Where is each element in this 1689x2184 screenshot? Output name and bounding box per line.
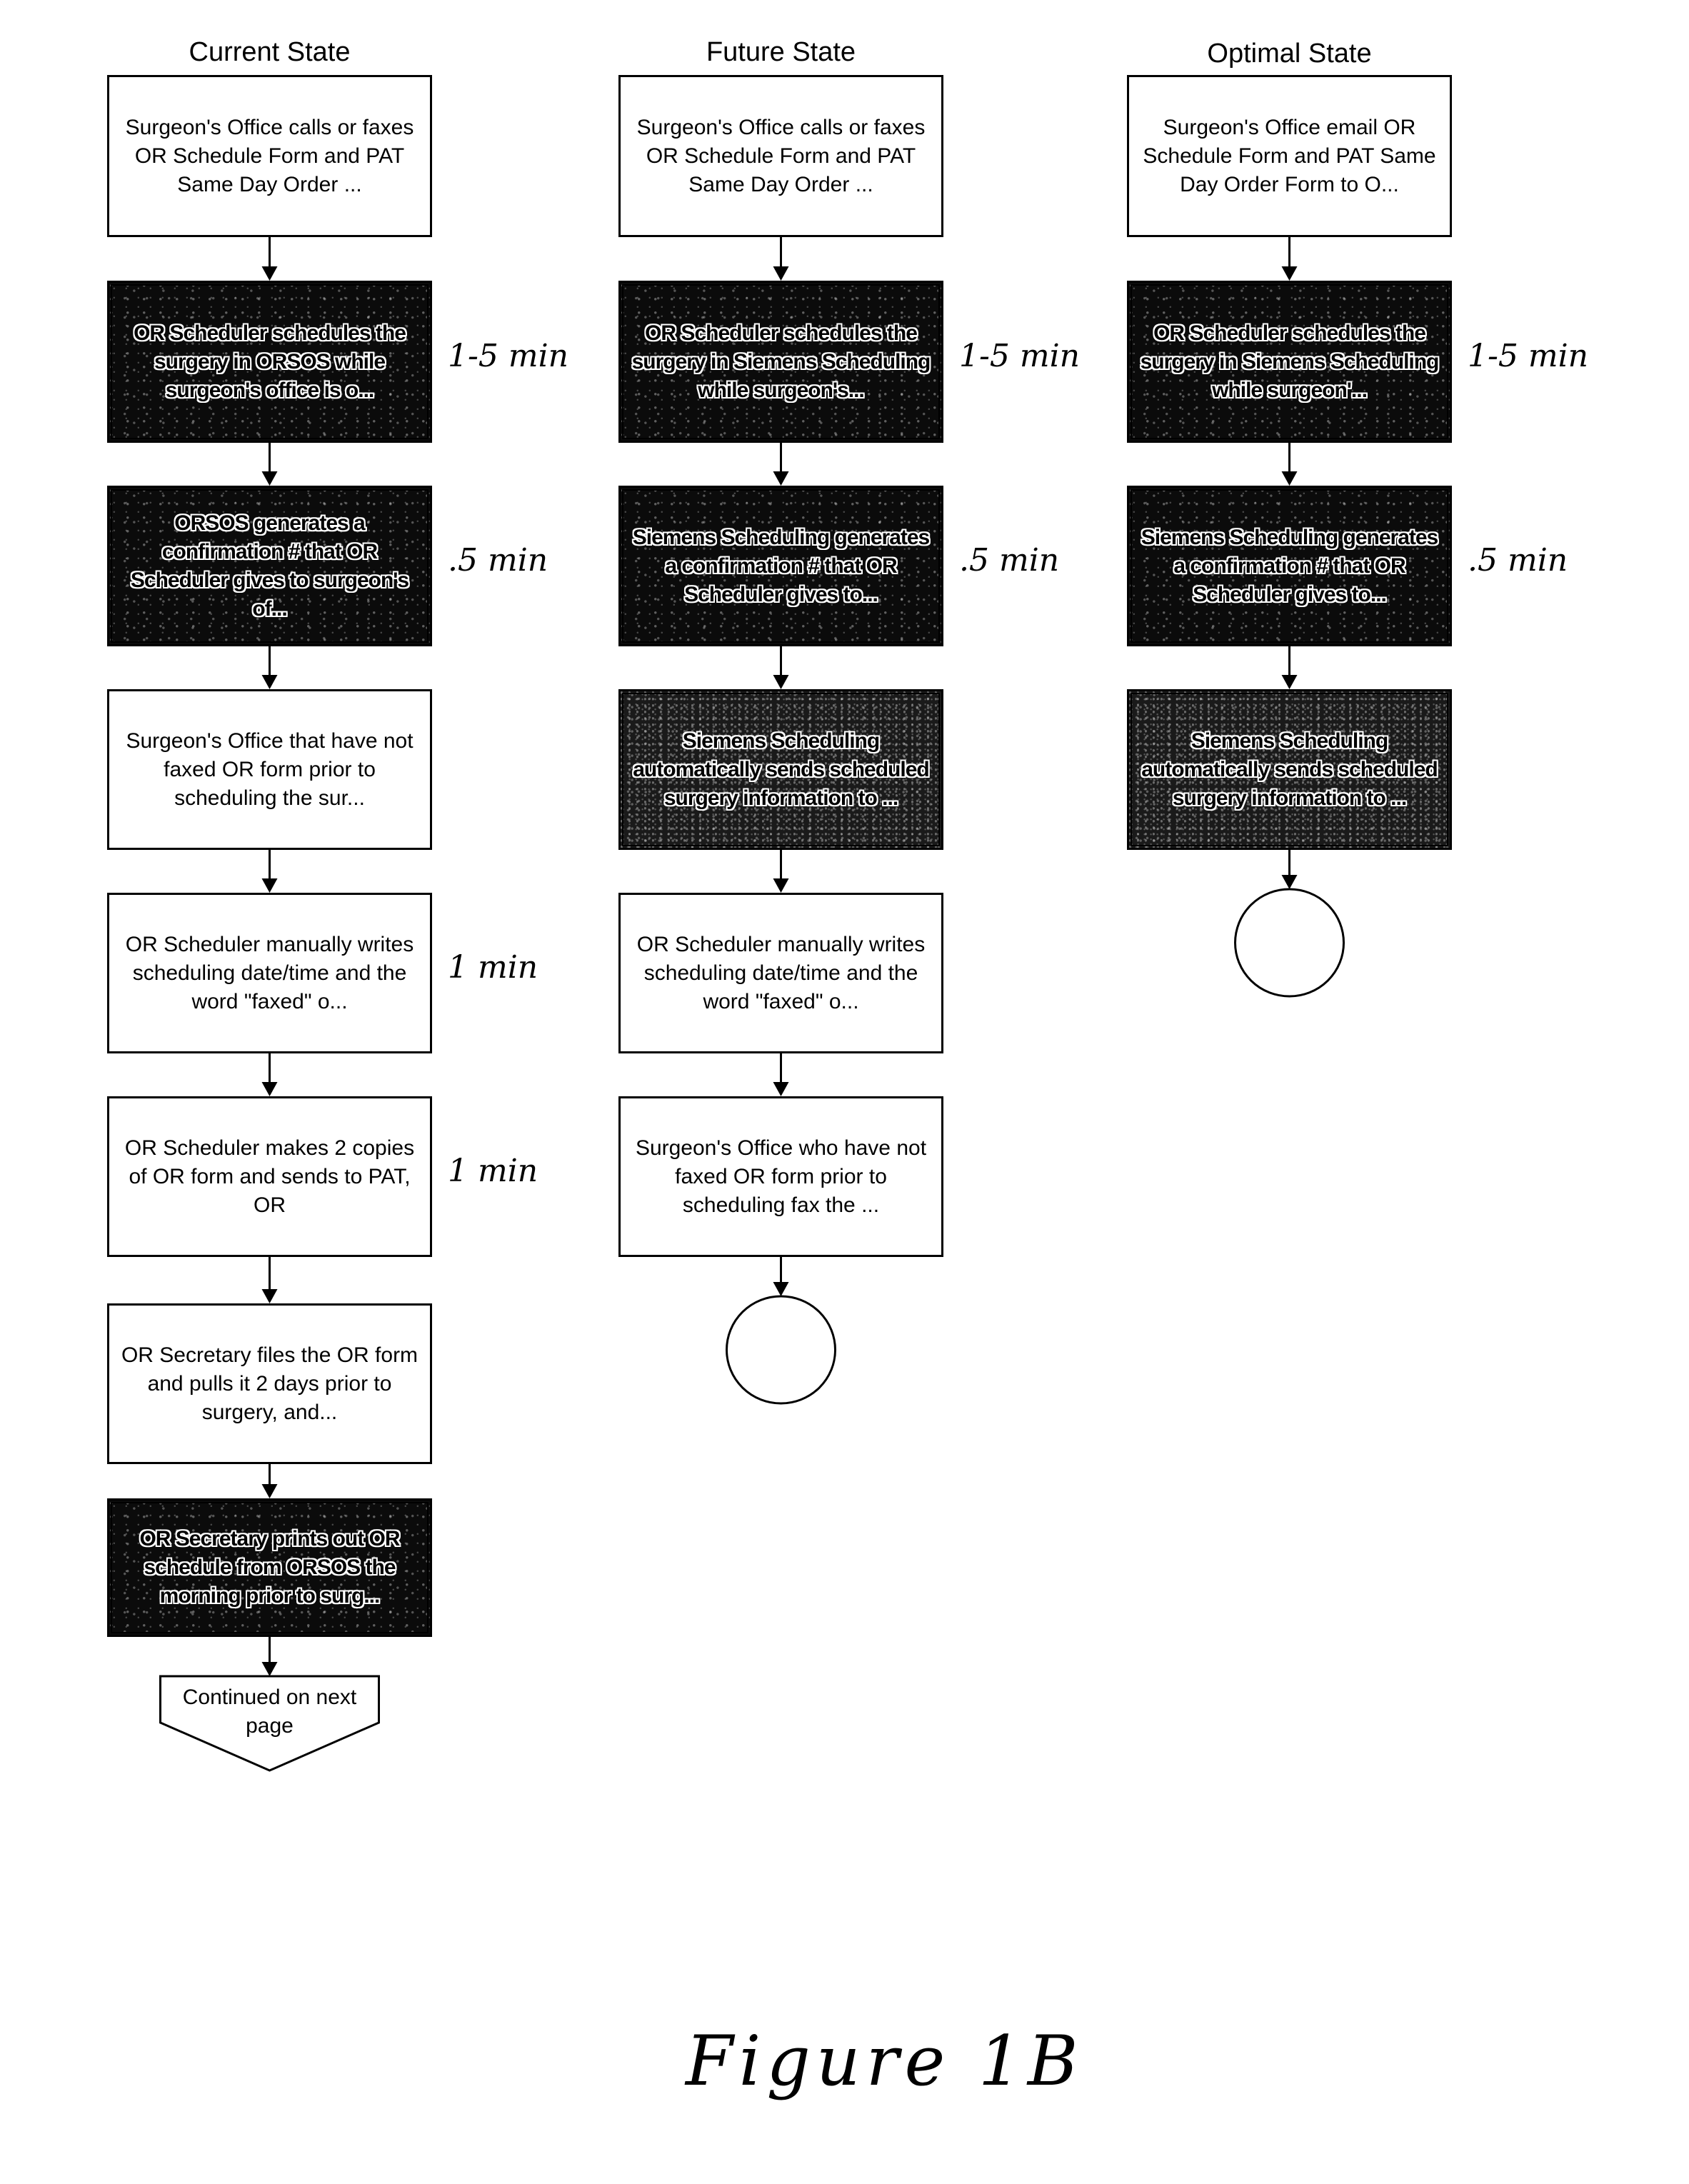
flow-arrow-arrowhead-icon [773, 471, 789, 486]
column-title: Current State [189, 37, 351, 67]
process-step: Surgeon's Office that have not faxed OR … [107, 689, 432, 850]
process-step-text: OR Scheduler schedules the surgery in Si… [1140, 321, 1440, 402]
process-step-text: OR Scheduler schedules the surgery in Si… [631, 321, 931, 402]
time-annotation: 1 min [448, 948, 538, 986]
process-step: OR Scheduler schedules the surgery in Si… [618, 281, 943, 443]
time-annotation: 1-5 min [959, 337, 1080, 374]
process-step-text: OR Scheduler manually writes scheduling … [636, 932, 926, 1013]
process-step-text: Surgeon's Office email OR Schedule Form … [1143, 115, 1436, 196]
column-title: Future State [706, 37, 856, 67]
flow-arrow-arrowhead-icon [261, 1662, 278, 1676]
process-step: OR Secretary prints out OR schedule from… [107, 1498, 432, 1637]
flow-arrow-arrowhead-icon [261, 266, 278, 281]
flow-arrow-arrowhead-icon [261, 471, 278, 486]
process-step-text: Surgeon's Office that have not faxed OR … [126, 728, 414, 810]
process-step-text: Siemens Scheduling automatically sends s… [1141, 728, 1438, 810]
time-annotation: .5 min [448, 541, 548, 578]
process-step-text: Surgeon's Office calls or faxes OR Sched… [636, 115, 926, 196]
process-step: Surgeon's Office who have not faxed OR f… [618, 1096, 943, 1257]
process-step: Surgeon's Office email OR Schedule Form … [1127, 75, 1452, 237]
flow-arrow-arrowhead-icon [261, 878, 278, 893]
process-step-text: Surgeon's Office who have not faxed OR f… [635, 1136, 927, 1217]
time-annotation: 1-5 min [1468, 337, 1588, 374]
flow-arrow-arrowhead-icon [261, 675, 278, 689]
flow-arrow-arrowhead-icon [1281, 471, 1298, 486]
flow-arrow-arrowhead-icon [773, 266, 789, 281]
flow-arrow-arrowhead-icon [261, 1082, 278, 1096]
time-annotation: .5 min [1468, 541, 1568, 578]
process-step: Siemens Scheduling generates a confirmat… [618, 486, 943, 646]
flow-arrow-arrowhead-icon [773, 1082, 789, 1096]
flow-arrow-arrowhead-icon [261, 1484, 278, 1498]
flow-arrow-arrowhead-icon [1281, 266, 1298, 281]
flow-arrow-arrowhead-icon [1281, 875, 1298, 889]
process-step-text: OR Scheduler schedules the surgery in OR… [134, 321, 406, 402]
terminator-circle [1234, 888, 1345, 998]
flow-arrow-arrowhead-icon [261, 1289, 278, 1303]
process-step-text: OR Scheduler manually writes scheduling … [125, 932, 414, 1013]
process-step: OR Secretary files the OR form and pulls… [107, 1303, 432, 1464]
column-title: Optimal State [1207, 39, 1372, 69]
process-step: OR Scheduler schedules the surgery in Si… [1127, 281, 1452, 443]
process-step: OR Scheduler manually writes scheduling … [107, 893, 432, 1053]
process-step: ORSOS generates a confirmation # that OR… [107, 486, 432, 646]
process-step: Siemens Scheduling automatically sends s… [1127, 689, 1452, 850]
process-step: Siemens Scheduling automatically sends s… [618, 689, 943, 850]
figure-caption: Figure 1B [686, 2021, 1084, 2101]
process-step-text: ORSOS generates a confirmation # that OR… [130, 511, 409, 621]
process-step: Surgeon's Office calls or faxes OR Sched… [107, 75, 432, 237]
process-step-text: Siemens Scheduling automatically sends s… [633, 728, 929, 810]
flow-arrow-arrowhead-icon [773, 1282, 789, 1296]
process-step: OR Scheduler makes 2 copies of OR form a… [107, 1096, 432, 1257]
time-annotation: 1-5 min [448, 337, 568, 374]
process-step-text: Surgeon's Office calls or faxes OR Sched… [125, 115, 414, 196]
flow-arrow-arrowhead-icon [773, 878, 789, 893]
offpage-connector-text: Continued on next page [182, 1685, 357, 1738]
process-step: Surgeon's Office calls or faxes OR Sched… [618, 75, 943, 237]
time-annotation: 1 min [448, 1152, 538, 1189]
flow-arrow-arrowhead-icon [773, 675, 789, 689]
process-step-text: Siemens Scheduling generates a confirmat… [1141, 525, 1438, 606]
process-step: OR Scheduler schedules the surgery in OR… [107, 281, 432, 443]
process-step: OR Scheduler manually writes scheduling … [618, 893, 943, 1053]
process-step-text: Siemens Scheduling generates a confirmat… [632, 525, 930, 606]
flow-arrow-arrowhead-icon [1281, 675, 1298, 689]
time-annotation: .5 min [959, 541, 1060, 578]
process-step: Siemens Scheduling generates a confirmat… [1127, 486, 1452, 646]
process-step-text: OR Secretary prints out OR schedule from… [139, 1527, 400, 1608]
process-step-text: OR Scheduler makes 2 copies of OR form a… [124, 1136, 415, 1217]
process-step-text: OR Secretary files the OR form and pulls… [121, 1343, 419, 1424]
terminator-circle [726, 1295, 836, 1405]
